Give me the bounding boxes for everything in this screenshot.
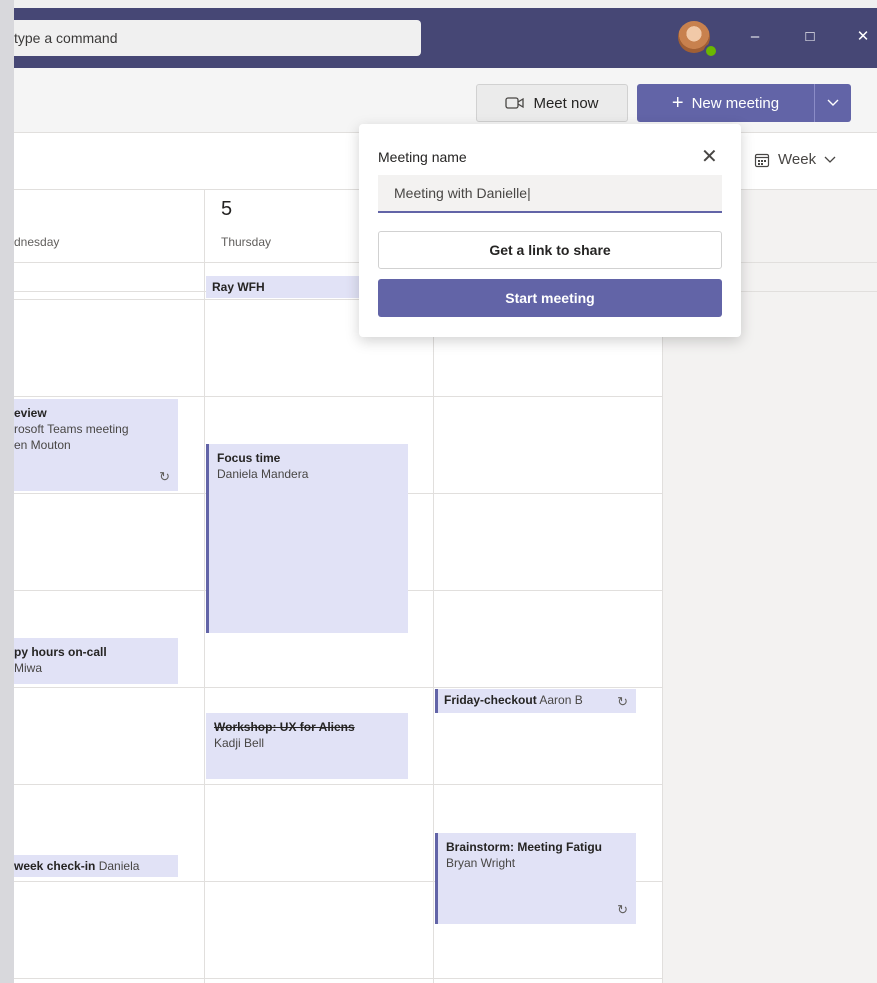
hour-line [14,784,662,785]
minimize-button[interactable]: – [744,26,766,48]
new-meeting-dropdown[interactable] [814,84,851,122]
teams-window: type a command – □ ✕ Meet now + New meet… [14,8,877,983]
new-meeting-label: New meeting [691,94,780,112]
meet-now-popup: Meeting name ✕ Meeting with Danielle| Ge… [359,124,741,337]
video-camera-icon [505,97,525,109]
event-organizer: Miwa [14,661,43,675]
event-organizer: Aaron B [539,693,583,707]
plus-icon: + [671,92,684,114]
hour-line [14,396,662,397]
start-meeting-button[interactable]: Start meeting [378,279,722,317]
event-title: week check-in [14,859,96,873]
recurring-icon: ↻ [617,694,628,709]
hour-line [14,687,662,688]
event-subtitle: rosoft Teams meeting [14,422,129,436]
day-header-wednesday: dnesday [14,190,204,263]
calendar-icon [754,153,770,167]
meeting-name-label: Meeting name [378,149,467,165]
chevron-down-icon [824,156,836,163]
event-title: eview [14,406,47,420]
event-title: Brainstorm: Meeting Fatigu [446,840,603,854]
event-focus-time[interactable]: Focus time Daniela Mandera [206,444,408,633]
event-title: Focus time [217,451,281,465]
get-link-button[interactable]: Get a link to share [378,231,722,269]
title-bar: type a command – □ ✕ [14,8,877,68]
event-title: py hours on-call [14,645,107,659]
presence-available-icon [704,44,718,58]
event-organizer: Daniela Mandera [217,467,309,481]
view-selector[interactable]: Week [754,151,836,168]
new-meeting-button[interactable]: + New meeting [637,84,851,122]
chevron-down-icon [827,99,839,106]
view-label: Week [778,151,817,168]
close-icon[interactable]: ✕ [701,144,718,169]
command-placeholder: type a command [14,30,118,46]
close-window-button[interactable]: ✕ [852,26,874,48]
event-organizer: en Mouton [14,438,71,452]
window-edge [0,0,14,983]
event-friday-checkout[interactable]: Friday-checkout Aaron B ↻ [435,689,636,713]
event-organizer: Daniela [98,859,140,873]
event-week-check-in[interactable]: week check-in Daniela [14,855,178,877]
event-title: Ray WFH [212,280,265,294]
command-box[interactable]: type a command [14,20,421,56]
event-organizer: Bryan Wright [446,856,516,870]
day-name: dnesday [14,235,60,249]
maximize-button[interactable]: □ [799,26,821,48]
recurring-icon: ↻ [617,902,628,917]
day-name: Thursday [221,235,272,249]
event-happy-hours[interactable]: py hours on-call Miwa [14,638,178,684]
day-number: 5 [221,198,233,220]
event-review[interactable]: eview rosoft Teams meeting en Mouton ↻ [14,399,178,491]
meeting-name-input[interactable]: Meeting with Danielle| [378,175,722,213]
event-title: Friday-checkout [444,693,537,707]
event-organizer: Kadji Bell [214,736,265,750]
event-brainstorm[interactable]: Brainstorm: Meeting Fatigu Bryan Wright … [435,833,636,924]
event-title: Workshop: UX for Aliens [214,720,355,734]
recurring-icon: ↻ [159,469,170,484]
event-workshop[interactable]: Workshop: UX for Aliens Kadji Bell [206,713,408,779]
event-ray-wfh[interactable]: Ray WFH [206,276,371,298]
meet-now-button[interactable]: Meet now [476,84,628,122]
meet-now-label: Meet now [533,94,599,112]
hour-line [14,978,662,979]
